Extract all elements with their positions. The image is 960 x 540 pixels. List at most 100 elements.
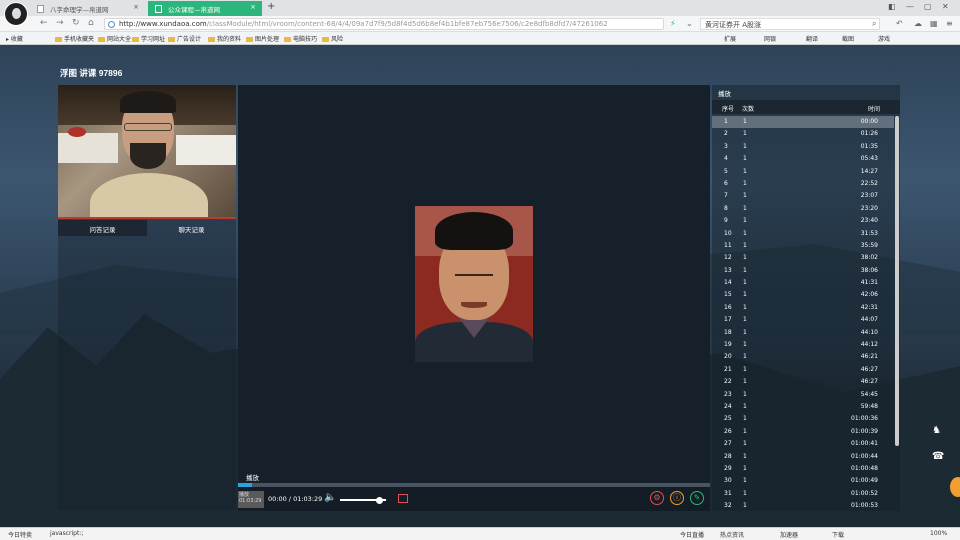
video-player[interactable]: 播放 播放 01:03:29 00:00 / 01:03:29 🔈 ⚙ ⓘ ✎ — [238, 85, 710, 511]
status-item[interactable]: 今日直播 — [680, 530, 704, 539]
status-item[interactable]: 热点资讯 — [720, 530, 744, 539]
search-input[interactable]: 黄河证券开 A股涨 — [700, 18, 880, 30]
playlist-row[interactable]: 27 1 01:00:41 — [712, 438, 894, 450]
playlist-row[interactable]: 16 1 42:31 — [712, 302, 894, 314]
playlist-row[interactable]: 29 1 01:00:48 — [712, 463, 894, 475]
edit-icon[interactable]: ✎ — [690, 491, 704, 505]
playlist-row[interactable]: 13 1 38:06 — [712, 265, 894, 277]
skin-icon[interactable]: ◧ — [888, 2, 896, 11]
playlist-row[interactable]: 6 1 22:52 — [712, 178, 894, 190]
home-icon[interactable]: ⌂ — [88, 18, 94, 28]
row-index: 24 — [724, 402, 732, 410]
grid-icon[interactable]: ▦ — [930, 19, 938, 28]
bookmark-item[interactable]: 图片处理 — [246, 34, 279, 43]
playlist-row[interactable]: 15 1 42:06 — [712, 289, 894, 301]
playlist-row[interactable]: 10 1 31:53 — [712, 228, 894, 240]
playlist-row[interactable]: 3 1 01:35 — [712, 141, 894, 153]
toolbar-item[interactable]: 截图 — [842, 34, 854, 43]
cloud-icon[interactable]: ☁ — [914, 19, 922, 28]
playlist-row[interactable]: 21 1 46:27 — [712, 364, 894, 376]
toolbar-item[interactable]: 翻译 — [806, 34, 818, 43]
phone-icon[interactable]: ☎ — [932, 451, 948, 467]
playlist-row[interactable]: 4 1 05:43 — [712, 153, 894, 165]
thumbnail-preview[interactable]: 播放 01:03:29 — [238, 491, 264, 508]
info-icon[interactable]: ⓘ — [670, 491, 684, 505]
undo-icon[interactable]: ↶ — [896, 19, 903, 28]
bookmark-item[interactable]: 网站大全 — [98, 34, 131, 43]
playlist-row[interactable]: 18 1 44:10 — [712, 327, 894, 339]
playlist-row[interactable]: 1 1 00:00 — [712, 116, 894, 129]
forward-icon[interactable]: → — [56, 18, 64, 28]
row-count: 1 — [743, 390, 747, 398]
floating-assistant[interactable] — [950, 477, 960, 497]
volume-knob[interactable] — [375, 496, 383, 504]
playlist-panel: 播放 序号 次数 时间 1 1 00:00 2 1 01:26 3 1 01:35 4 1 05:43… — [712, 85, 900, 511]
new-tab-button[interactable]: + — [267, 1, 275, 12]
playlist-row[interactable]: 22 1 46:27 — [712, 376, 894, 388]
playlist-row[interactable]: 8 1 23:20 — [712, 203, 894, 215]
close-icon[interactable]: × — [133, 3, 139, 11]
bookmark-item[interactable]: 广告设计 — [168, 34, 201, 43]
playlist-row[interactable]: 9 1 23:40 — [712, 215, 894, 227]
playlist-row[interactable]: 19 1 44:12 — [712, 339, 894, 351]
row-time: 01:00:48 — [851, 464, 878, 472]
toolbar-item[interactable]: 游戏 — [878, 34, 890, 43]
bookmark-item[interactable]: 风险 — [322, 34, 343, 43]
status-item[interactable]: 加速器 — [780, 530, 798, 539]
playlist-header: 序号 次数 时间 — [712, 100, 900, 114]
bookmark-item[interactable]: 学习网址 — [132, 34, 165, 43]
tab-chat-records[interactable]: 聊天记录 — [147, 220, 236, 236]
search-icon[interactable]: ⌕ — [872, 19, 876, 29]
menu-icon[interactable]: ≡ — [946, 19, 953, 28]
volume-icon[interactable]: 🔈 — [324, 492, 336, 503]
playlist-row[interactable]: 32 1 01:00:53 — [712, 500, 894, 511]
pip-icon[interactable] — [398, 494, 408, 503]
bookmark-item[interactable]: 电脑技巧 — [284, 34, 317, 43]
playlist-row[interactable]: 26 1 01:00:39 — [712, 426, 894, 438]
playlist-row[interactable]: 31 1 01:00:52 — [712, 488, 894, 500]
window-close-icon[interactable]: ✕ — [942, 2, 949, 11]
playlist-row[interactable]: 12 1 38:02 — [712, 252, 894, 264]
playlist-row[interactable]: 23 1 54:45 — [712, 389, 894, 401]
search-text: 黄河证券开 A股涨 — [705, 21, 762, 29]
bookmark-item[interactable]: 我的资料 — [208, 34, 241, 43]
settings-icon[interactable]: ⚙ — [650, 491, 664, 505]
user-avatar[interactable] — [4, 2, 28, 26]
bookmark-item[interactable]: 手机收藏夹 — [55, 34, 94, 43]
status-item[interactable]: 今日特卖 — [8, 530, 32, 539]
playlist-row[interactable]: 25 1 01:00:36 — [712, 413, 894, 425]
playlist-row[interactable]: 2 1 01:26 — [712, 128, 894, 140]
volume-slider[interactable] — [340, 496, 386, 504]
minimize-icon[interactable]: — — [906, 2, 914, 11]
toolbar-item[interactable]: 扩展 — [724, 34, 736, 43]
row-index: 19 — [724, 341, 732, 349]
row-time: 59:48 — [860, 402, 878, 410]
reload-icon[interactable]: ↻ — [72, 18, 80, 28]
scrollbar[interactable] — [895, 116, 899, 446]
status-item[interactable]: 下载 — [832, 530, 844, 539]
playlist-row[interactable]: 20 1 46:21 — [712, 351, 894, 363]
row-index: 14 — [724, 279, 732, 287]
back-icon[interactable]: ← — [40, 18, 48, 28]
tab-qa-records[interactable]: 问答记录 — [58, 220, 147, 236]
zoom-level[interactable]: 100% — [930, 530, 947, 537]
playlist-row[interactable]: 11 1 35:59 — [712, 240, 894, 252]
bookmark-item[interactable]: ▸ 收藏 — [6, 34, 23, 43]
row-index: 29 — [724, 464, 732, 472]
toolbar-item[interactable]: 网银 — [764, 34, 776, 43]
playlist-row[interactable]: 28 1 01:00:44 — [712, 451, 894, 463]
close-icon[interactable]: × — [250, 3, 256, 11]
lightning-icon[interactable]: ⚡ — [670, 19, 676, 28]
playlist-row[interactable]: 14 1 41:31 — [712, 277, 894, 289]
playlist-row[interactable]: 30 1 01:00:49 — [712, 475, 894, 487]
playlist-row[interactable]: 5 1 14:27 — [712, 166, 894, 178]
browser-tab-2[interactable]: 公众课程—帛道网 × — [148, 1, 262, 16]
playlist-row[interactable]: 17 1 44:07 — [712, 314, 894, 326]
playlist-row[interactable]: 24 1 59:48 — [712, 401, 894, 413]
qq-icon[interactable]: ♞ — [932, 425, 948, 441]
chevron-down-icon[interactable]: ⌄ — [686, 19, 693, 28]
playlist-row[interactable]: 7 1 23:07 — [712, 190, 894, 202]
url-input[interactable]: http://www.xundaoa.com/classModule/html/… — [104, 18, 664, 30]
maximize-icon[interactable]: ▢ — [924, 2, 932, 11]
browser-tab-1[interactable]: 八字命理学—帛道网 × — [30, 1, 145, 16]
